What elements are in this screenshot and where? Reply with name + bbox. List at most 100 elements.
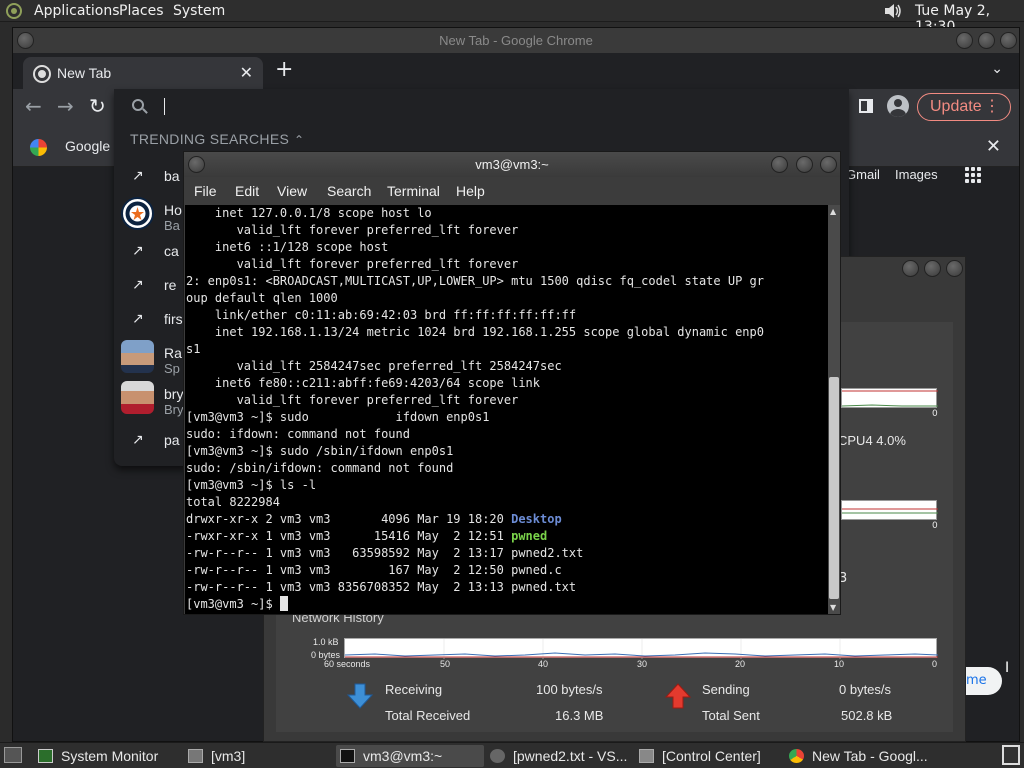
menu-search[interactable]: Search <box>327 183 371 199</box>
suggestion-item[interactable]: ↗ re <box>114 268 184 302</box>
taskbar-item-chrome[interactable]: New Tab - Googl... <box>789 745 931 767</box>
terminal-line: oup default qlen 1000 <box>186 291 338 305</box>
scrollbar-thumb[interactable] <box>829 377 839 599</box>
ls-filename: pwned2.txt <box>511 546 584 560</box>
taskbar-item-vm3-folder[interactable]: [vm3] <box>188 745 328 767</box>
prompt-line[interactable]: [vm3@vm3 ~]$ <box>186 596 764 613</box>
scroll-up-arrow-icon[interactable]: ▲ <box>830 207 836 216</box>
more-menu-icon[interactable]: ⋮ <box>984 94 1000 120</box>
tab-strip: New Tab ✕ <box>13 53 1019 89</box>
bookmark-bar-close-icon[interactable]: ✕ <box>986 136 1001 157</box>
terminal-line: inet6 ::1/128 scope host <box>186 240 389 254</box>
workspace-switcher-icon[interactable] <box>1002 745 1020 765</box>
back-icon[interactable]: ← <box>25 94 42 118</box>
terminal-close-button[interactable] <box>820 156 837 173</box>
chrome-favicon-icon <box>33 65 51 83</box>
suggestion-item[interactable]: ↗ ba <box>114 159 184 193</box>
suggestion-item[interactable]: Ra Sp <box>114 338 184 376</box>
show-desktop-icon[interactable] <box>4 747 22 763</box>
close-button[interactable] <box>1000 32 1017 49</box>
terminal-window: vm3@vm3:~ File Edit View Search Terminal… <box>183 151 841 615</box>
terminal-line: sudo: /sbin/ifdown: command not found <box>186 461 454 475</box>
suggestion-item[interactable]: ↗ ca <box>114 234 184 268</box>
person-photo-thumbnail <box>121 340 154 373</box>
ls-row: drwxr-xr-x 2 vm3 vm3 4096 Mar 19 18:20 D… <box>186 512 562 526</box>
menu-terminal[interactable]: Terminal <box>387 183 440 199</box>
google-apps-icon[interactable] <box>965 167 981 183</box>
total-sent-label: Total Sent <box>702 708 760 723</box>
places-menu[interactable]: Places <box>119 3 164 19</box>
profile-avatar-icon[interactable] <box>887 95 909 117</box>
receiving-arrow-icon[interactable] <box>346 682 374 710</box>
cpu4-usage: CPU4 4.0% <box>838 433 906 448</box>
minimize-button[interactable] <box>956 32 973 49</box>
trending-icon: ↗ <box>132 311 144 327</box>
google-logo-icon <box>30 139 47 156</box>
taskbar-item-control-center[interactable]: [Control Center] <box>639 745 781 767</box>
team-logo-thumbnail <box>121 197 154 230</box>
tab-close-icon[interactable]: ✕ <box>240 63 253 82</box>
menu-file[interactable]: File <box>194 183 217 199</box>
address-bar-input[interactable] <box>114 89 849 125</box>
menu-help[interactable]: Help <box>456 183 485 199</box>
ls-row: -rw-r--r-- 1 vm3 vm3 167 May 2 12:50 pwn… <box>186 563 562 577</box>
total-sent-value: 502.8 kB <box>841 708 893 723</box>
receiving-label: Receiving <box>385 682 443 697</box>
taskbar-item-terminal[interactable]: vm3@vm3:~ <box>336 745 484 767</box>
side-panel-icon[interactable] <box>859 99 873 113</box>
gmail-link[interactable]: Gmail <box>846 167 880 182</box>
chrome-titlebar[interactable]: New Tab - Google Chrome <box>13 28 1019 53</box>
sysmon-maximize-button[interactable] <box>924 260 941 277</box>
terminal-line: [vm3@vm3 ~]$ sudo /sbin/ifdown enp0s1 <box>186 444 454 458</box>
ls-row: -rwxr-xr-x 1 vm3 vm3 15416 May 2 12:51 p… <box>186 529 548 543</box>
sysmon-minimize-button[interactable] <box>902 260 919 277</box>
terminal-window-menu-button[interactable] <box>188 156 205 173</box>
tab-new-tab[interactable]: New Tab ✕ <box>23 57 263 89</box>
terminal-titlebar[interactable]: vm3@vm3:~ <box>184 152 840 177</box>
terminal-screen[interactable]: inet 127.0.0.1/8 scope host lo valid_lft… <box>185 205 828 614</box>
net-y-top-label: 1.0 kB <box>313 637 339 647</box>
applications-menu[interactable]: Applications <box>34 3 120 19</box>
terminal-output: inet 127.0.0.1/8 scope host lo valid_lft… <box>186 205 764 613</box>
menu-edit[interactable]: Edit <box>235 183 259 199</box>
sysmon-close-button[interactable] <box>946 260 963 277</box>
tab-search-chevron-icon[interactable]: ⌄ <box>991 61 1003 77</box>
scroll-down-arrow-icon[interactable]: ▼ <box>830 603 836 612</box>
suggestion-item[interactable]: Ho Ba <box>114 195 184 233</box>
forward-icon[interactable]: → <box>57 94 74 118</box>
sending-arrow-icon[interactable] <box>664 682 692 710</box>
ls-row: -rw-r--r-- 1 vm3 vm3 8356708352 May 2 13… <box>186 580 577 594</box>
taskbar-item-vscode[interactable]: [pwned2.txt - VS... <box>490 745 632 767</box>
suggestion-item[interactable]: bry Bry <box>114 379 184 417</box>
images-link[interactable]: Images <box>895 167 938 182</box>
network-history-graph <box>344 638 939 659</box>
terminal-maximize-button[interactable] <box>796 156 813 173</box>
suggestion-item[interactable]: ↗ firs <box>114 302 184 336</box>
terminal-minimize-button[interactable] <box>771 156 788 173</box>
trending-icon: ↗ <box>132 168 144 184</box>
ls-row: -rw-r--r-- 1 vm3 vm3 63598592 May 2 13:1… <box>186 546 584 560</box>
system-menu[interactable]: System <box>173 3 225 19</box>
sending-value: 0 bytes/s <box>839 682 892 697</box>
reload-icon[interactable]: ↻ <box>89 94 106 118</box>
cpu-graph <box>841 388 938 408</box>
menu-view[interactable]: View <box>277 183 307 199</box>
suggestion-item[interactable]: ↗ pa <box>114 423 184 457</box>
volume-icon[interactable] <box>883 2 903 20</box>
chevron-up-icon[interactable]: ⌃ <box>294 133 304 147</box>
person-photo-thumbnail <box>121 381 154 414</box>
terminal-line: valid_lft forever preferred_lft forever <box>186 223 519 237</box>
tab-title: New Tab <box>57 65 112 81</box>
distro-logo-icon[interactable] <box>6 3 22 19</box>
update-button[interactable]: Update ⋮ <box>917 93 1011 121</box>
folder-icon <box>188 749 203 763</box>
terminal-scrollbar[interactable]: ▲ ▼ <box>828 205 840 614</box>
taskbar-item-system-monitor[interactable]: System Monitor <box>38 745 180 767</box>
net-x-label: 40 <box>538 659 549 669</box>
sending-label: Sending <box>702 682 750 697</box>
maximize-button[interactable] <box>978 32 995 49</box>
window-menu-button[interactable] <box>17 32 34 49</box>
bookmark-google[interactable]: Google <box>65 138 110 154</box>
trending-icon: ↗ <box>132 432 144 448</box>
new-tab-button[interactable]: + <box>275 59 293 81</box>
